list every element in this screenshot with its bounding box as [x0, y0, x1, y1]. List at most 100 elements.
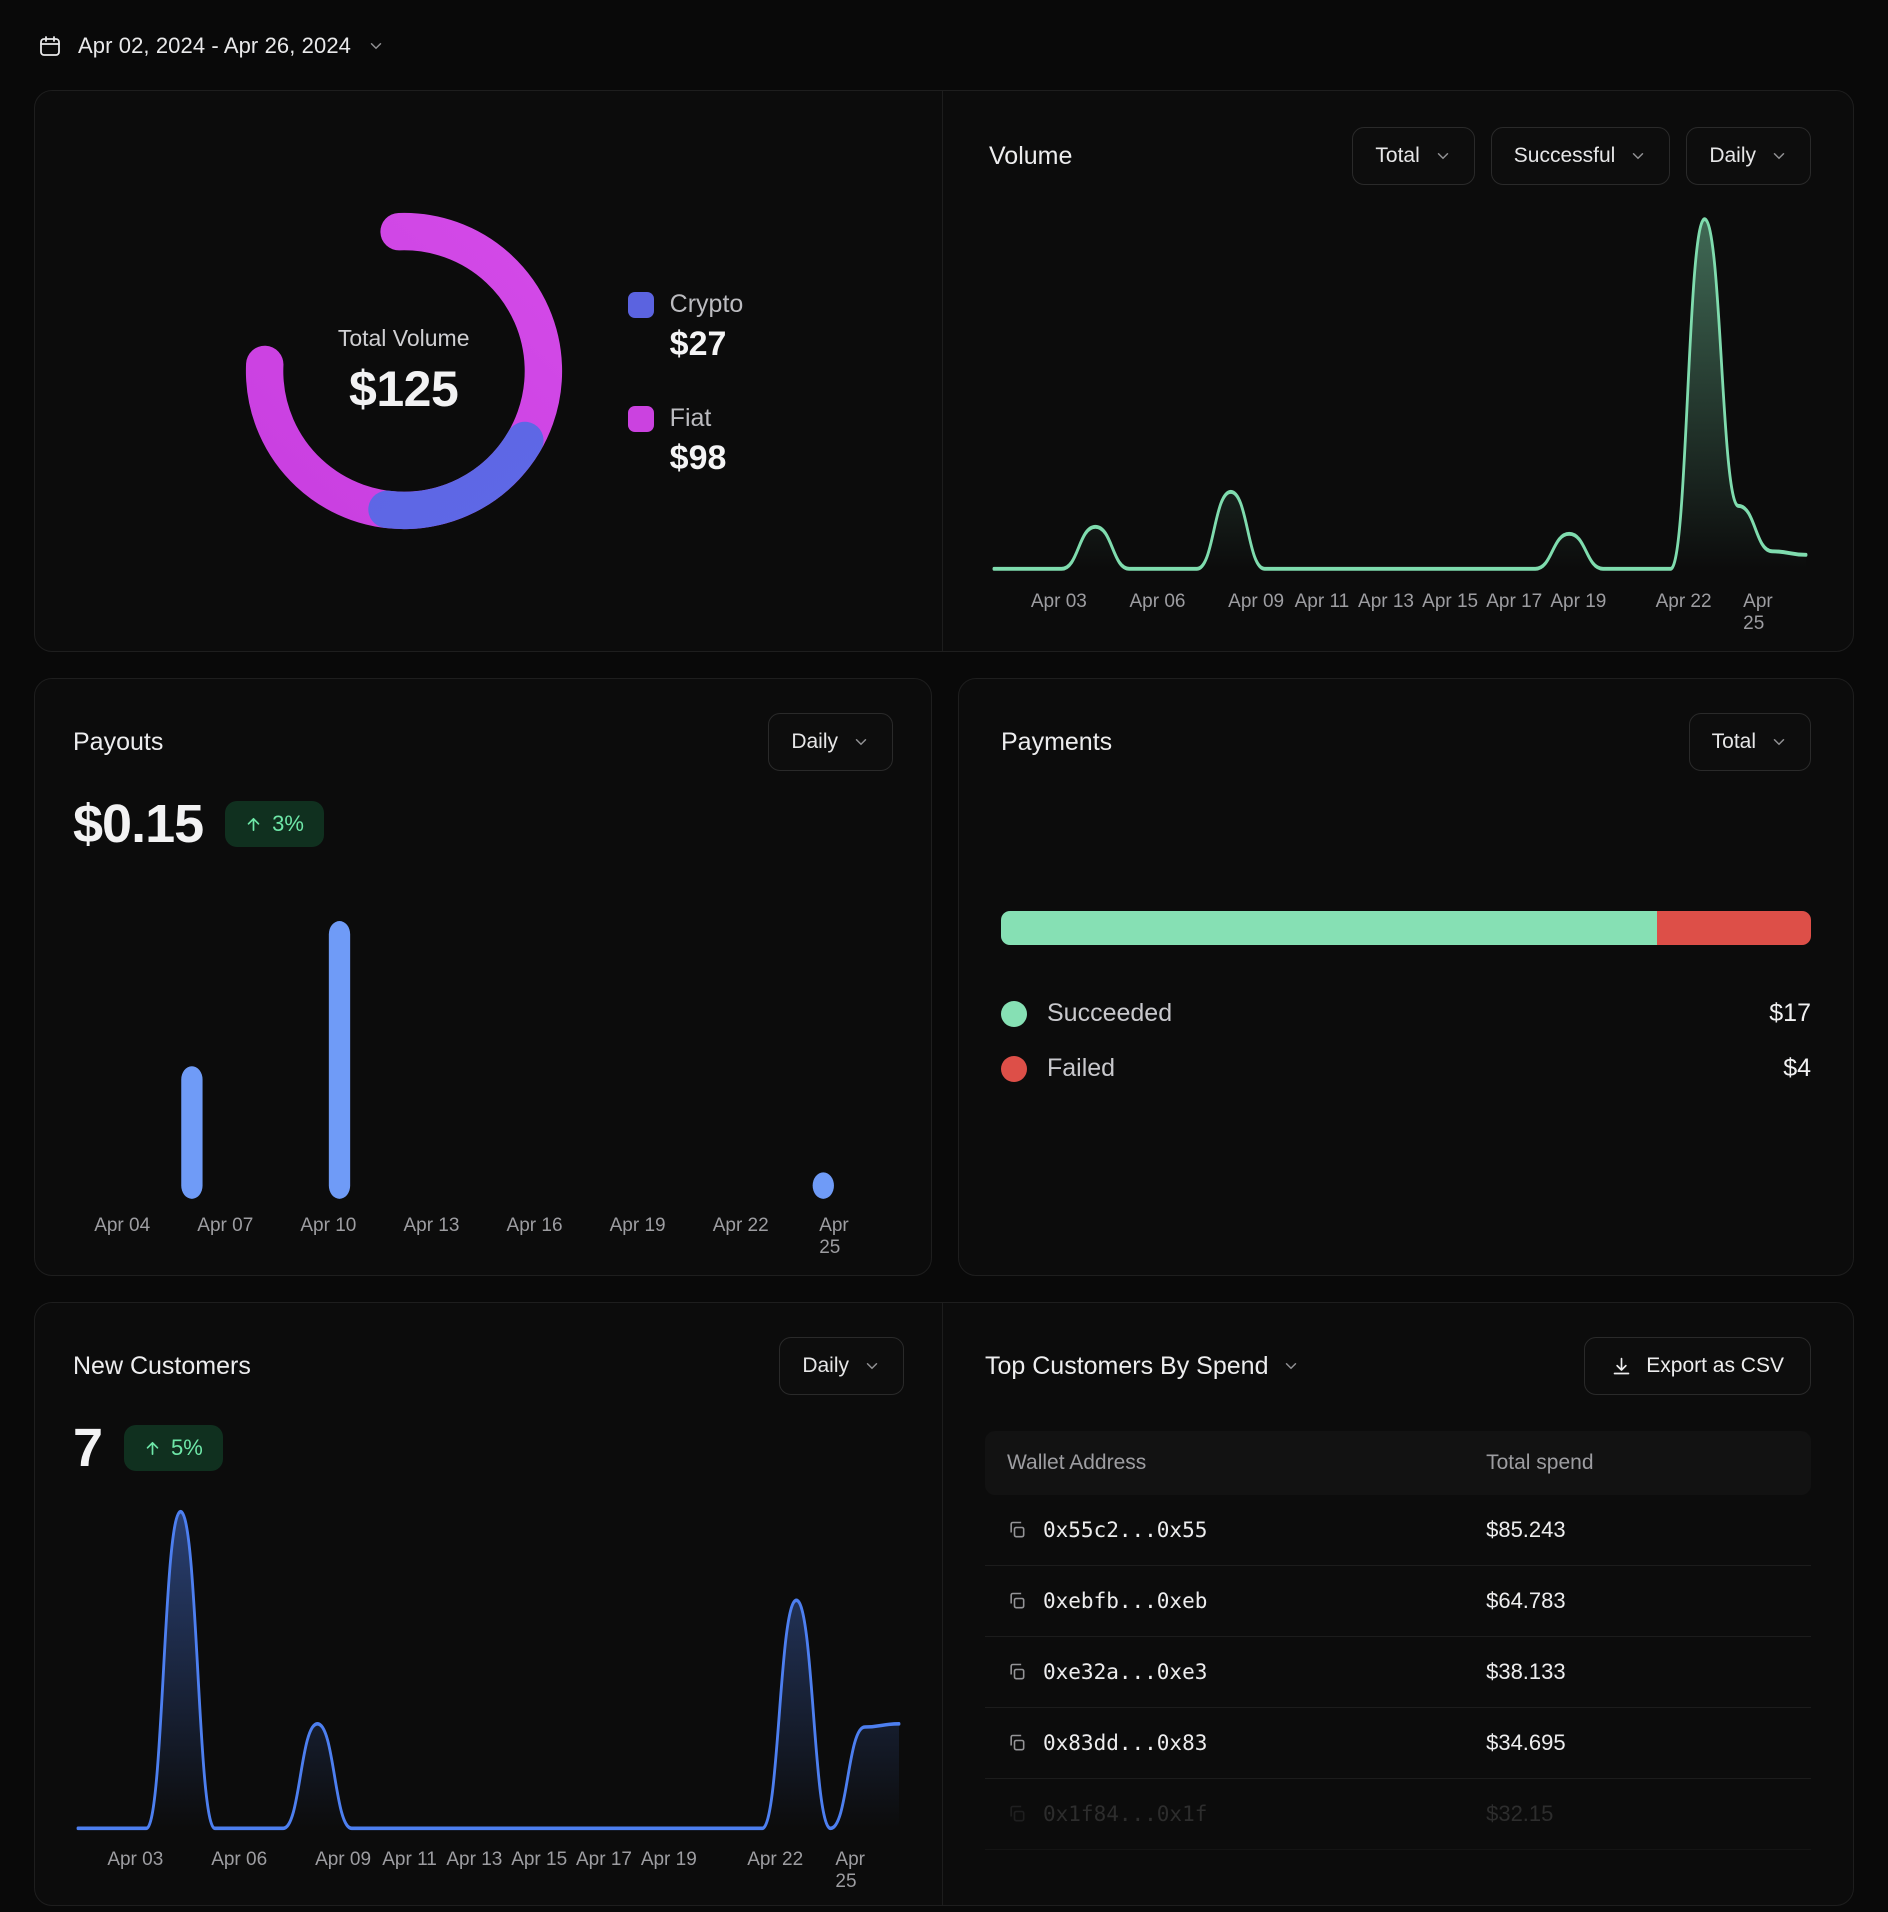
payments-bar-succeeded: [1001, 911, 1658, 945]
table-header-row: Wallet Address Total spend: [985, 1431, 1811, 1495]
wallet-address-cell: 0xe32a...0xe3: [985, 1636, 1465, 1708]
axis-tick-label: Apr 25: [1743, 591, 1773, 634]
volume-chart-header: Volume Total Successful Daily: [989, 127, 1811, 185]
fiat-swatch-icon: [627, 405, 654, 432]
wallet-address-text: 0x55c2...0x55: [1043, 1518, 1208, 1542]
copy-icon[interactable]: [1007, 1520, 1027, 1540]
table-row[interactable]: 0xebfb...0xeb $64.783: [985, 1565, 1811, 1637]
dashboard-page: Apr 02, 2024 - Apr 26, 2024 Total Volume…: [0, 0, 1888, 1906]
new-customers-line-svg: [76, 1509, 901, 1831]
wallet-address-cell: 0x83dd...0x83: [985, 1707, 1465, 1779]
wallet-address-cell: 0x55c2...0x55: [985, 1495, 1465, 1566]
legend-label-fiat: Fiat: [669, 404, 712, 432]
new-customers-x-axis: Apr 03 Apr 06 Apr 09 Apr 11 Apr 13 Apr 15 Apr …: [73, 1849, 904, 1892]
total-spend-cell: $85.243: [1464, 1495, 1811, 1566]
table-row[interactable]: 0x55c2...0x55 $85.243: [985, 1495, 1811, 1566]
chevron-down-icon: [863, 1357, 881, 1375]
payments-bar-failed: [1657, 911, 1811, 945]
payouts-x-axis: Apr 04 Apr 07 Apr 10 Apr 13 Apr 16 Apr 19 Apr …: [73, 1215, 893, 1258]
new-customers-title: New Customers: [73, 1351, 251, 1380]
wallet-address-cell: 0x1f84...0x1f: [985, 1778, 1465, 1850]
axis-tick-label: Apr 15: [1422, 591, 1479, 612]
new-customers-pane: New Customers Daily 7 5% Apr 03 Apr 06 A…: [35, 1303, 943, 1905]
table-body: 0x55c2...0x55 $85.243 0xebfb...0xeb $64.783…: [985, 1495, 1811, 1850]
payments-header: Payments Total: [1001, 713, 1811, 771]
chevron-down-icon: [1770, 147, 1788, 165]
date-range-picker[interactable]: Apr 02, 2024 - Apr 26, 2024: [34, 24, 1854, 68]
copy-icon[interactable]: [1007, 1804, 1027, 1824]
payments-legend-failed: Failed $4: [1001, 1054, 1811, 1083]
legend-value-fiat: $98: [669, 439, 727, 477]
column-header-spend: Total spend: [1464, 1431, 1811, 1495]
chevron-down-icon: [1629, 147, 1647, 165]
wallet-address-text: 0x1f84...0x1f: [1043, 1802, 1208, 1826]
payouts-interval-select[interactable]: Daily: [768, 713, 893, 771]
axis-tick-label: Apr 25: [819, 1215, 849, 1258]
export-csv-button[interactable]: Export as CSV: [1584, 1337, 1811, 1395]
failed-amount: $4: [1783, 1054, 1811, 1082]
axis-tick-label: Apr 11: [1294, 591, 1350, 612]
axis-tick-label: Apr 04: [94, 1215, 151, 1236]
date-range-label: Apr 02, 2024 - Apr 26, 2024: [78, 33, 352, 58]
volume-chart-title: Volume: [989, 141, 1073, 170]
total-spend-cell: $34.695: [1464, 1707, 1811, 1779]
wallet-address-text: 0xe32a...0xe3: [1043, 1660, 1208, 1684]
customers-card: New Customers Daily 7 5% Apr 03 Apr 06 A…: [34, 1302, 1854, 1906]
payouts-bar: [181, 1066, 203, 1199]
top-customers-header: Top Customers By Spend Export as CSV: [985, 1337, 1811, 1395]
table-row[interactable]: 0x83dd...0x83 $34.695: [985, 1707, 1811, 1779]
payouts-bar-chart: [73, 873, 893, 1209]
legend-item-crypto: Crypto $27: [627, 290, 743, 364]
volume-total-select[interactable]: Total: [1352, 127, 1475, 185]
axis-tick-label: Apr 09: [315, 1849, 372, 1870]
chevron-down-icon: [1770, 733, 1788, 751]
arrow-up-icon: [146, 1441, 159, 1455]
copy-icon[interactable]: [1007, 1591, 1027, 1611]
chevron-down-icon[interactable]: [367, 37, 385, 55]
donut-center-value: $125: [349, 360, 459, 417]
axis-tick-label: Apr 11: [382, 1849, 437, 1870]
volume-line-chart: [989, 203, 1811, 585]
copy-icon[interactable]: [1007, 1662, 1027, 1682]
axis-tick-label: Apr 06: [1129, 591, 1186, 612]
payouts-bar-svg: [181, 921, 834, 1199]
new-customers-header: New Customers Daily: [73, 1337, 904, 1395]
wallet-address-text: 0xebfb...0xeb: [1043, 1589, 1208, 1613]
new-customers-value: 7: [73, 1418, 103, 1478]
donut-center-text: Total Volume $125: [234, 201, 574, 541]
volume-line-svg: [992, 217, 1808, 571]
axis-tick-label: Apr 06: [211, 1849, 268, 1870]
chevron-down-icon: [1282, 1357, 1300, 1375]
axis-tick-label: Apr 17: [576, 1849, 632, 1870]
total-spend-cell: $64.783: [1464, 1565, 1811, 1637]
table-row[interactable]: 0xe32a...0xe3 $38.133: [985, 1636, 1811, 1708]
axis-tick-label: Apr 19: [1550, 591, 1607, 612]
copy-icon[interactable]: [1007, 1733, 1027, 1753]
export-csv-label: Export as CSV: [1646, 1354, 1784, 1377]
axis-tick-label: Apr 13: [446, 1849, 503, 1870]
legend-value-crypto: $27: [669, 325, 727, 363]
payouts-bar: [812, 1172, 834, 1199]
payments-legend-succeeded: Succeeded $17: [1001, 999, 1811, 1028]
axis-tick-label: Apr 22: [712, 1215, 769, 1236]
table-row[interactable]: 0x1f84...0x1f $32.15: [985, 1778, 1811, 1850]
succeeded-label: Succeeded: [1047, 999, 1173, 1027]
new-customers-line-chart: [73, 1497, 904, 1843]
new-customers-interval-select[interactable]: Daily: [779, 1337, 904, 1395]
succeeded-dot-icon: [1001, 1000, 1027, 1027]
crypto-swatch-icon: [627, 291, 654, 318]
payouts-card: Payouts Daily $0.15 3% Apr 04 Apr 07 Apr…: [34, 678, 932, 1276]
succeeded-amount: $17: [1769, 999, 1811, 1027]
axis-tick-label: Apr 13: [403, 1215, 460, 1236]
top-customers-title-select[interactable]: Top Customers By Spend: [985, 1352, 1300, 1381]
payouts-delta-value: 3%: [272, 811, 304, 836]
axis-tick-label: Apr 07: [197, 1215, 254, 1236]
payments-total-select[interactable]: Total: [1688, 713, 1811, 771]
payouts-delta-badge: 3%: [225, 801, 324, 847]
volume-status-select[interactable]: Successful: [1490, 127, 1671, 185]
axis-tick-label: Apr 09: [1228, 591, 1285, 612]
total-volume-donut-chart: Total Volume $125: [234, 201, 574, 541]
failed-dot-icon: [1001, 1055, 1027, 1082]
failed-label: Failed: [1047, 1054, 1116, 1082]
volume-interval-select[interactable]: Daily: [1686, 127, 1811, 185]
